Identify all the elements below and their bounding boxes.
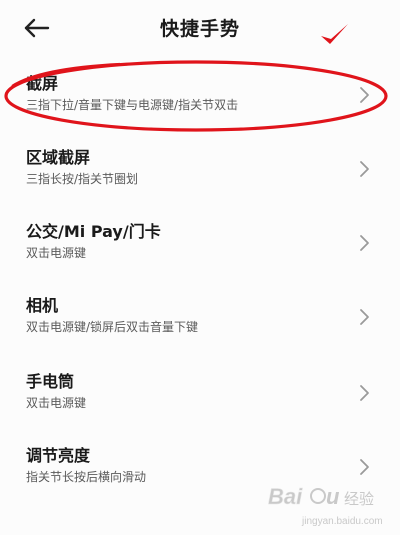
gesture-item[interactable]: 截屏三指下拉/音量下键与电源键/指关节双击 — [0, 64, 400, 124]
chevron-right-icon — [360, 235, 369, 251]
gesture-item-subtitle: 三指长按/指关节圈划 — [26, 172, 139, 186]
gesture-item-title: 公交/Mi Pay/门卡 — [26, 222, 161, 241]
svg-text:u: u — [326, 484, 340, 509]
chevron-right-icon — [360, 459, 369, 475]
gesture-item-subtitle: 双击电源键/锁屏后双击音量下键 — [26, 320, 199, 334]
gesture-item[interactable]: 区域截屏三指长按/指关节圈划 — [0, 138, 400, 198]
chevron-right-icon — [360, 309, 369, 325]
svg-text:经验: 经验 — [344, 490, 374, 508]
gesture-item-title: 手电筒 — [26, 372, 75, 391]
chevron-right-icon — [360, 385, 369, 401]
chevron-right-icon — [360, 87, 369, 103]
gesture-item[interactable]: 相机双击电源键/锁屏后双击音量下键 — [0, 286, 400, 346]
gesture-item[interactable]: 公交/Mi Pay/门卡双击电源键 — [0, 212, 400, 272]
chevron-right-icon — [360, 161, 369, 177]
red-check-annotation — [321, 24, 348, 44]
gesture-item-subtitle: 双击电源键 — [26, 396, 87, 410]
svg-text:jingyan.baidu.com: jingyan.baidu.com — [301, 516, 383, 527]
svg-text:Bai: Bai — [268, 484, 303, 509]
gesture-item-title: 区域截屏 — [26, 148, 91, 167]
baidu-watermark: Bai u 经验 jingyan.baidu.com — [262, 478, 396, 532]
gesture-item-subtitle: 三指下拉/音量下键与电源键/指关节双击 — [26, 98, 239, 112]
header-bar: 快捷手势 — [0, 0, 400, 56]
gesture-item-title: 截屏 — [26, 74, 59, 93]
gesture-item[interactable]: 手电筒 双击电源键 — [0, 362, 400, 422]
gesture-item-subtitle: 指关节长按后横向滑动 — [26, 470, 147, 484]
quick-gestures-screen: 快捷手势 截屏三指下拉/音量下键与电源键/指关节双击区域截屏三指长按/指关节圈划… — [0, 0, 400, 535]
gesture-item-title: 相机 — [26, 296, 59, 315]
gesture-item-title: 调节亮度 — [26, 446, 91, 465]
gesture-item-subtitle: 双击电源键 — [26, 246, 87, 260]
